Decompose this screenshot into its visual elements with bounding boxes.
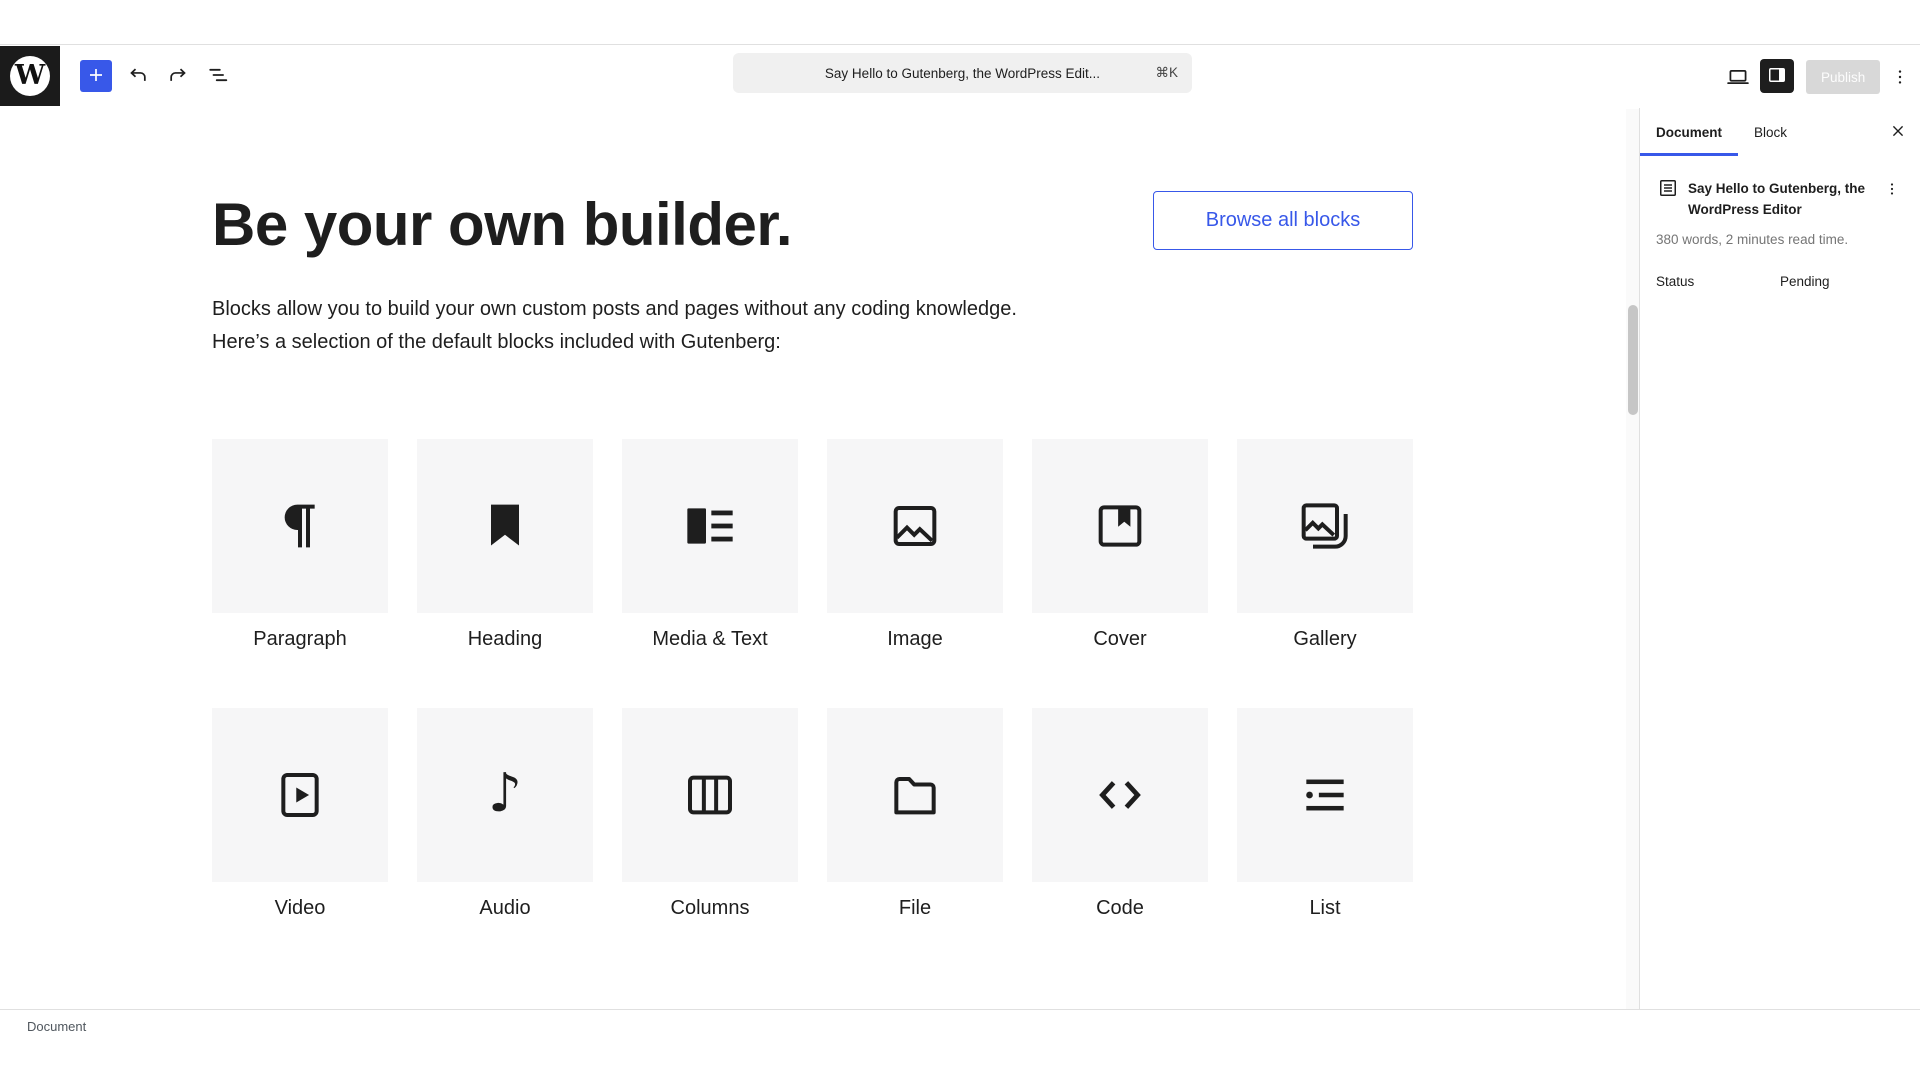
undo-icon <box>125 62 151 91</box>
block-label: Cover <box>1032 628 1208 651</box>
block-card[interactable]: List <box>1237 708 1413 920</box>
block-card[interactable]: Video <box>212 708 388 920</box>
sidebar-tabs: Document Block <box>1640 108 1920 156</box>
tab-document[interactable]: Document <box>1640 108 1738 156</box>
gallery-icon <box>1293 494 1357 558</box>
close-icon <box>1887 120 1909 145</box>
paragraph-line-2: Here’s a selection of the default blocks… <box>212 326 1017 359</box>
block-card[interactable]: Paragraph <box>212 439 388 651</box>
preview-button[interactable] <box>1722 62 1754 94</box>
undo-button[interactable] <box>122 60 154 92</box>
code-icon <box>1088 763 1152 827</box>
block-label: Audio <box>417 897 593 920</box>
publish-button[interactable]: Publish <box>1806 60 1880 94</box>
list-icon <box>1293 763 1357 827</box>
wordpress-logo-button[interactable]: W <box>0 46 60 106</box>
block-label: Paragraph <box>212 628 388 651</box>
video-icon <box>268 763 332 827</box>
document-summary-icon <box>1656 176 1680 205</box>
laptop-icon <box>1724 63 1752 94</box>
paragraph-icon <box>268 494 332 558</box>
block-label: Media & Text <box>622 628 798 651</box>
image-icon <box>883 494 947 558</box>
wordpress-editor: W <box>0 0 1920 1080</box>
command-center-button[interactable]: Say Hello to Gutenberg, the WordPress Ed… <box>733 53 1192 93</box>
paragraph-line-1: Blocks allow you to build your own custo… <box>212 293 1017 326</box>
heading-icon <box>473 494 537 558</box>
block-card[interactable]: Gallery <box>1237 439 1413 651</box>
block-card[interactable]: Heading <box>417 439 593 651</box>
svg-text:♪: ♪ <box>488 763 522 824</box>
block-card[interactable]: Image <box>827 439 1003 651</box>
redo-button[interactable] <box>162 60 194 92</box>
status-field: Status Pending <box>1656 274 1904 289</box>
wordpress-logo-icon: W <box>10 56 50 96</box>
block-inserter-button[interactable] <box>80 60 112 92</box>
block-label: Heading <box>417 628 593 651</box>
post-heading-block[interactable]: Be your own builder. <box>212 190 792 259</box>
document-summary-panel: Say Hello to Gutenberg, the WordPress Ed… <box>1640 156 1920 289</box>
block-label: Code <box>1032 897 1208 920</box>
block-label: Gallery <box>1237 628 1413 651</box>
columns-icon <box>678 763 742 827</box>
redo-icon <box>165 62 191 91</box>
kebab-icon <box>1888 65 1912 92</box>
block-label: Image <box>827 628 1003 651</box>
block-label: File <box>827 897 1003 920</box>
settings-sidebar-toggle[interactable] <box>1760 59 1794 93</box>
blocks-grid-row-1: Paragraph Heading Media & Text Image Cov… <box>212 439 1413 651</box>
block-card[interactable]: Columns <box>622 708 798 920</box>
block-card[interactable]: Media & Text <box>622 439 798 651</box>
settings-sidebar: Document Block Say Hello to Gutenberg, t… <box>1639 108 1920 1010</box>
block-card[interactable]: ♪ Audio <box>417 708 593 920</box>
cover-icon <box>1088 494 1152 558</box>
browse-all-blocks-button[interactable]: Browse all blocks <box>1153 191 1413 250</box>
document-title: Say Hello to Gutenberg, the WordPress Ed… <box>825 66 1100 81</box>
options-menu-button[interactable] <box>1884 62 1916 94</box>
sidebar-panel-icon <box>1765 63 1789 90</box>
document-overview-button[interactable] <box>202 60 234 92</box>
audio-icon: ♪ <box>473 763 537 827</box>
summary-actions-button[interactable] <box>1880 178 1904 202</box>
kebab-icon <box>1882 179 1902 202</box>
word-count-meta: 380 words, 2 minutes read time. <box>1656 232 1904 247</box>
scrollbar-track <box>1626 109 1639 1010</box>
status-value[interactable]: Pending <box>1780 274 1830 289</box>
close-sidebar-button[interactable] <box>1884 118 1912 146</box>
block-label: List <box>1237 897 1413 920</box>
block-label: Video <box>212 897 388 920</box>
command-shortcut: ⌘K <box>1155 65 1178 81</box>
list-view-icon <box>205 62 231 91</box>
summary-post-title: Say Hello to Gutenberg, the WordPress Ed… <box>1688 178 1876 220</box>
block-label: Columns <box>622 897 798 920</box>
editor-canvas: Be your own builder. Browse all blocks B… <box>0 108 1639 1010</box>
tab-block[interactable]: Block <box>1738 108 1803 156</box>
footer-breadcrumb[interactable]: Document <box>27 1019 86 1034</box>
blocks-grid-row-2: Video ♪ Audio Columns File Code List <box>212 708 1413 920</box>
editor-footer: Document <box>0 1009 1920 1080</box>
block-card[interactable]: File <box>827 708 1003 920</box>
block-card[interactable]: Cover <box>1032 439 1208 651</box>
editor-toolbar: W <box>0 44 1920 109</box>
block-card[interactable]: Code <box>1032 708 1208 920</box>
plus-icon <box>84 63 108 90</box>
scrollbar-thumb[interactable] <box>1628 305 1638 415</box>
post-paragraph-block[interactable]: Blocks allow you to build your own custo… <box>212 293 1017 359</box>
status-label: Status <box>1656 274 1780 289</box>
media-text-icon <box>678 494 742 558</box>
file-icon <box>883 763 947 827</box>
